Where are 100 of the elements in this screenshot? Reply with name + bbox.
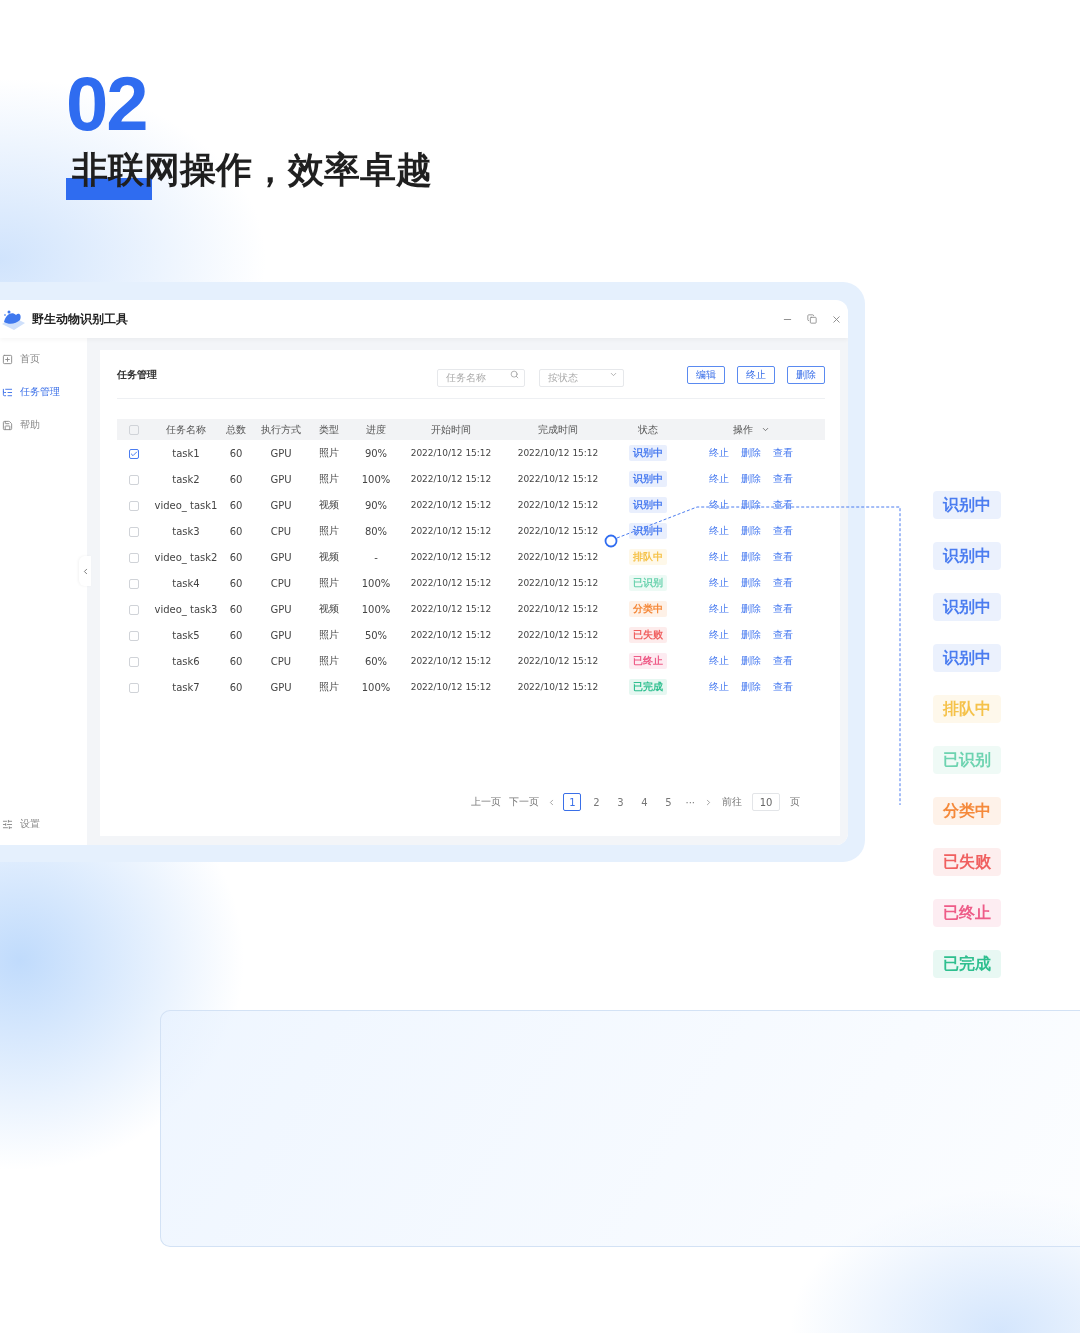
table-cell-text: 80% xyxy=(363,524,389,539)
page-input[interactable]: 10 xyxy=(752,793,780,811)
table-cell-text: 60 xyxy=(228,472,244,487)
search-field[interactable]: 任务名称 xyxy=(437,368,525,387)
table-cell: 60 xyxy=(221,440,251,466)
sidebar-item[interactable]: 首页 xyxy=(2,352,87,366)
checkbox[interactable] xyxy=(129,448,139,459)
chevron-right-icon[interactable] xyxy=(704,797,713,807)
sidebar-item[interactable]: 帮助 xyxy=(2,418,87,432)
status-badge: 已终止 xyxy=(629,653,667,669)
action-link[interactable]: 删除 xyxy=(741,577,761,588)
action-link[interactable]: 终止 xyxy=(709,473,729,484)
status-badge: 已失败 xyxy=(629,627,667,643)
table-cell: 90% xyxy=(347,440,405,466)
status-select[interactable]: 按状态 xyxy=(539,368,624,387)
page-button[interactable]: 1 xyxy=(563,793,582,811)
action-link[interactable]: 删除 xyxy=(741,655,761,666)
table-cell-text: 2022/10/12 15:12 xyxy=(409,525,493,538)
chevron-down-icon[interactable] xyxy=(760,425,770,434)
table-cell-text: 视频 xyxy=(318,602,340,616)
table-cell-text: 60 xyxy=(228,524,244,539)
action-link[interactable]: 查看 xyxy=(773,577,793,588)
table-cell-text: CPU xyxy=(269,654,293,669)
status-badge: 排队中 xyxy=(933,695,1001,723)
toolbar-button[interactable]: 编辑 xyxy=(687,366,725,384)
table-cell-text: 2022/10/12 15:12 xyxy=(409,499,493,512)
action-link[interactable]: 终止 xyxy=(709,681,729,692)
status-badge: 已完成 xyxy=(629,679,667,695)
action-link[interactable]: 删除 xyxy=(741,525,761,536)
column-header: 进度 xyxy=(347,419,405,440)
settings-item[interactable]: 设置 xyxy=(2,817,87,831)
status-badge: 识别中 xyxy=(629,471,667,487)
table-cell-text: 视频 xyxy=(318,550,340,564)
action-link[interactable]: 查看 xyxy=(773,525,793,536)
action-link[interactable]: 删除 xyxy=(741,447,761,458)
table-cell-text: 100% xyxy=(360,576,392,591)
status-badge: 已失败 xyxy=(933,848,1001,876)
status-badge: 已识别 xyxy=(629,575,667,591)
prev-page-link[interactable]: 上一页 xyxy=(471,795,502,809)
action-link[interactable]: 删除 xyxy=(741,603,761,614)
table-cell-text: task7 xyxy=(171,680,201,695)
table-cell-text: 60 xyxy=(228,602,244,617)
status-badge: 识别中 xyxy=(629,523,667,539)
status-badge: 识别中 xyxy=(933,593,1001,621)
column-header: 任务名称 xyxy=(151,419,221,440)
table-cell-text: GPU xyxy=(269,602,293,617)
action-link[interactable]: 终止 xyxy=(709,603,729,614)
action-link[interactable]: 终止 xyxy=(709,655,729,666)
action-link[interactable]: 删除 xyxy=(741,629,761,640)
action-link[interactable]: 查看 xyxy=(773,447,793,458)
action-link[interactable]: 终止 xyxy=(709,499,729,510)
table-cell-text: 照片 xyxy=(318,472,340,486)
search-icon xyxy=(510,370,519,379)
toolbar-button[interactable]: 终止 xyxy=(737,366,775,384)
table-cell-text: task2 xyxy=(171,472,201,487)
status-badge: 排队中 xyxy=(629,549,667,565)
table-cell-text: 60 xyxy=(228,576,244,591)
table-cell-text: 60 xyxy=(228,628,244,643)
table-cell-text: task5 xyxy=(171,628,201,643)
column-header: 状态 xyxy=(619,419,677,440)
action-link[interactable]: 删除 xyxy=(741,499,761,510)
action-link[interactable]: 终止 xyxy=(709,577,729,588)
status-badge: 分类中 xyxy=(629,601,667,617)
table-cell-text: 2022/10/12 15:12 xyxy=(516,551,600,564)
sidebar-item[interactable]: 任务管理 xyxy=(2,385,87,399)
table-cell-text: 60 xyxy=(228,550,244,565)
status-badge: 已完成 xyxy=(933,950,1001,978)
action-link[interactable]: 查看 xyxy=(773,655,793,666)
table-cell-text: 照片 xyxy=(318,654,340,668)
action-link[interactable]: 查看 xyxy=(773,551,793,562)
table-cell-text: task3 xyxy=(171,524,201,539)
action-link[interactable]: 终止 xyxy=(709,629,729,640)
restore-icon[interactable] xyxy=(807,314,817,324)
table-cell-text: 2022/10/12 15:12 xyxy=(409,603,493,616)
action-link[interactable]: 查看 xyxy=(773,629,793,640)
action-link[interactable]: 查看 xyxy=(773,473,793,484)
action-link[interactable]: 查看 xyxy=(773,499,793,510)
ellipsis: ··· xyxy=(685,796,695,808)
action-link[interactable]: 终止 xyxy=(709,551,729,562)
action-link[interactable]: 删除 xyxy=(741,681,761,692)
table-cell-text: 2022/10/12 15:12 xyxy=(516,577,600,590)
table-cell-text: 2022/10/12 15:12 xyxy=(516,525,600,538)
status-badge: 识别中 xyxy=(629,445,667,461)
table-cell-text: 视频 xyxy=(318,498,340,512)
close-icon[interactable] xyxy=(831,313,842,325)
toolbar-button[interactable]: 删除 xyxy=(787,366,825,384)
collapse-button[interactable] xyxy=(79,556,91,586)
action-link[interactable]: 删除 xyxy=(741,473,761,484)
next-page-link[interactable]: 下一页 xyxy=(509,795,540,809)
status-badge: 识别中 xyxy=(933,542,1001,570)
action-link[interactable]: 查看 xyxy=(773,603,793,614)
action-link[interactable]: 删除 xyxy=(741,551,761,562)
column-header: 执行方式 xyxy=(251,419,311,440)
column-header: 操作 xyxy=(732,422,753,437)
status-badge: 分类中 xyxy=(933,797,1001,825)
table-cell-text: 60% xyxy=(363,654,389,669)
action-link[interactable]: 终止 xyxy=(709,525,729,536)
action-link[interactable]: 终止 xyxy=(709,447,729,458)
table-cell-text: CPU xyxy=(269,524,293,539)
action-link[interactable]: 查看 xyxy=(773,681,793,692)
